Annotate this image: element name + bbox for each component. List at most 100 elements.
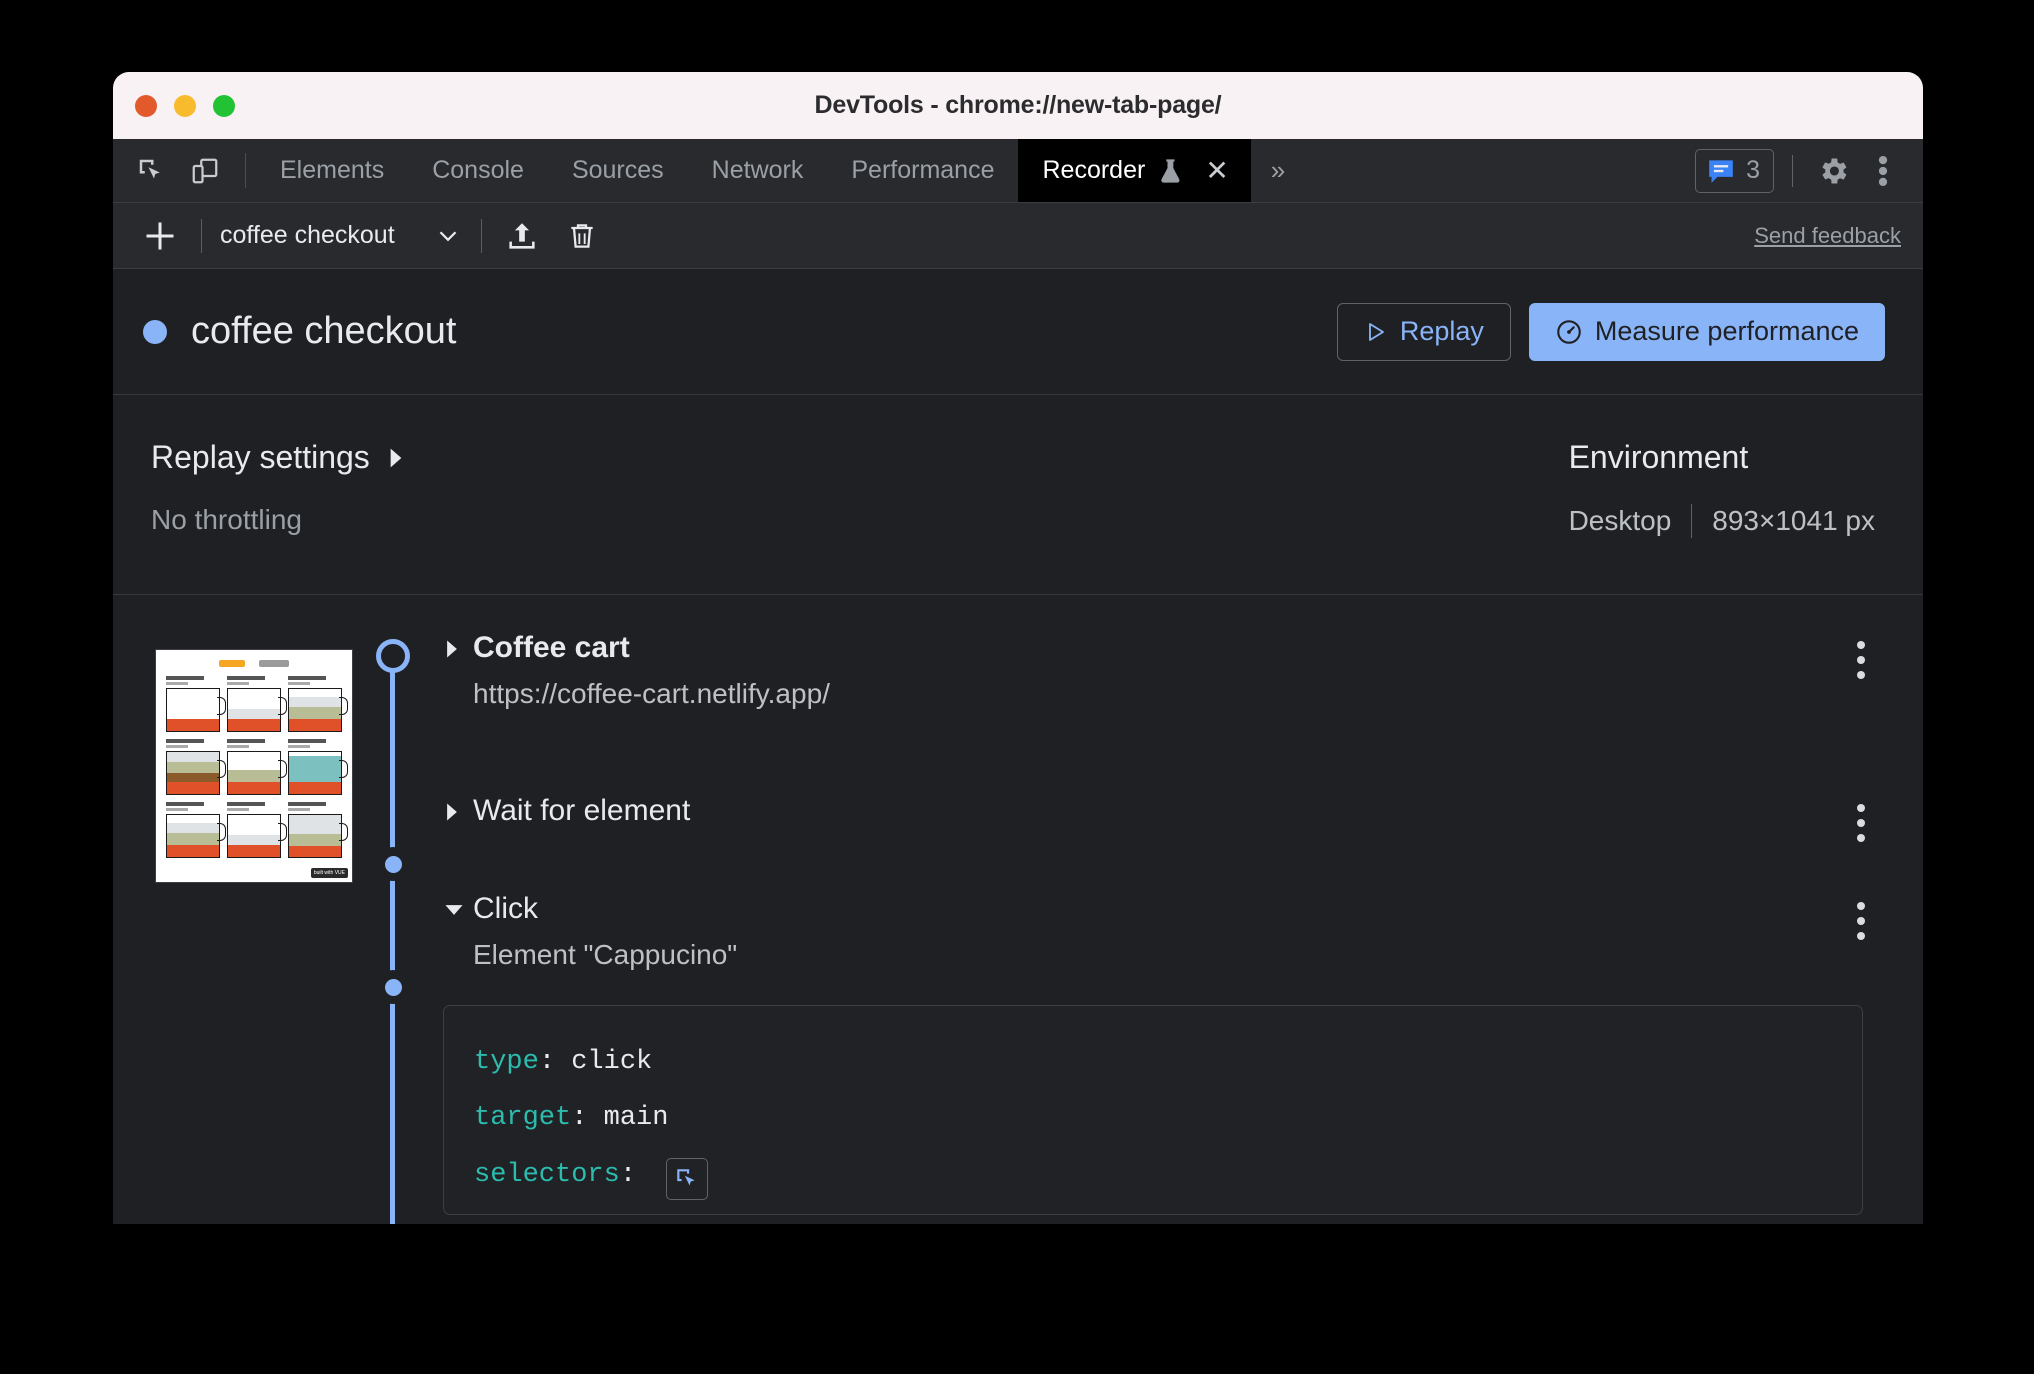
create-recording-button[interactable] <box>137 213 183 259</box>
step-subtitle: https://coffee-cart.netlify.app/ <box>473 677 830 709</box>
devtools-window: DevTools - chrome://new-tab-page/ Elemen… <box>113 72 1923 1224</box>
inspect-element-icon <box>139 159 160 178</box>
thumbnail-menu-item <box>219 660 245 667</box>
toolbar-divider <box>245 153 246 188</box>
thumbnail-coffee-item <box>288 676 348 732</box>
devtools-panel-tabs: Elements Console Sources Network Perform… <box>256 139 1251 202</box>
tab-sources[interactable]: Sources <box>548 139 688 202</box>
step-title: Click <box>473 892 538 925</box>
recorder-toolbar-divider-2 <box>480 218 482 253</box>
trash-icon <box>571 223 593 248</box>
actions-divider <box>1792 154 1793 187</box>
chevron-down-icon <box>439 230 456 241</box>
step-collapse-caret[interactable] <box>443 892 473 926</box>
issues-count: 3 <box>1746 156 1760 184</box>
export-recording-button[interactable] <box>500 214 544 258</box>
step-expand-caret[interactable] <box>443 794 473 828</box>
step-menu-button[interactable] <box>1851 798 1871 848</box>
measure-performance-label: Measure performance <box>1594 316 1859 346</box>
replay-settings-section: Replay settings No throttling Environmen… <box>113 395 1923 595</box>
environment-divider <box>1691 504 1693 538</box>
tab-elements[interactable]: Elements <box>256 139 408 202</box>
step-details-code-block: type: click target: main selectors: <box>443 1004 1863 1215</box>
export-upload-icon <box>509 222 535 249</box>
device-toolbar-button[interactable] <box>183 149 227 193</box>
chevron-right-icon <box>447 640 457 658</box>
thumbnail-coffee-grid <box>156 667 352 867</box>
detail-key: selectors <box>474 1159 620 1190</box>
issues-button[interactable]: 3 <box>1695 148 1774 193</box>
replay-button[interactable]: Replay <box>1336 302 1511 361</box>
recording-screenshot-thumbnail: built with VUE <box>155 649 353 883</box>
settings-button[interactable] <box>1811 149 1855 193</box>
window-traffic-lights <box>135 94 235 117</box>
recording-selector-dropdown[interactable] <box>433 221 463 251</box>
inspect-element-button[interactable] <box>129 149 173 193</box>
timeline-node-step-2[interactable] <box>376 847 410 881</box>
step-subtitle: Element "Cappucino" <box>473 938 738 970</box>
timeline-connector-line <box>390 651 395 1224</box>
tab-network[interactable]: Network <box>688 139 828 202</box>
recording-selector-name[interactable]: coffee checkout <box>220 221 395 250</box>
recorder-toolbar-divider <box>201 218 202 253</box>
tab-console-label: Console <box>432 156 524 184</box>
thumbnail-coffee-item <box>166 676 226 732</box>
environment-label: Environment <box>1568 439 1749 475</box>
replay-settings-label: Replay settings <box>151 439 370 475</box>
thumbnail-menu-item-2 <box>259 660 289 667</box>
detail-row-target: target: main <box>474 1103 669 1134</box>
detail-value[interactable]: main <box>604 1103 669 1133</box>
thumbnail-coffee-item <box>166 802 226 858</box>
devtools-main-menu-button[interactable] <box>1861 149 1905 193</box>
detail-value[interactable]: click <box>571 1047 652 1077</box>
select-element-button[interactable] <box>666 1157 709 1200</box>
delete-recording-button[interactable] <box>560 214 604 258</box>
select-element-icon <box>677 1169 695 1186</box>
timeline-node-step-3[interactable] <box>376 970 410 1004</box>
send-feedback-link[interactable]: Send feedback <box>1754 223 1901 249</box>
zoom-window-button[interactable] <box>213 94 235 117</box>
detail-row-selectors: selectors: <box>474 1147 1832 1204</box>
tab-performance-label: Performance <box>851 156 995 184</box>
thumbnail-coffee-item <box>227 739 287 795</box>
chevron-right-icon <box>447 802 457 821</box>
environment-device: Desktop <box>1568 505 1672 536</box>
devtools-tab-strip: Elements Console Sources Network Perform… <box>113 139 1923 203</box>
replay-button-label: Replay <box>1399 316 1484 346</box>
step-navigate[interactable]: Coffee cart https://coffee-cart.netlify.… <box>443 631 1883 710</box>
recording-title: coffee checkout <box>191 310 457 352</box>
steps-list: Coffee cart https://coffee-cart.netlify.… <box>443 625 1923 1224</box>
step-wait-for-element[interactable]: Wait for element <box>443 794 1883 842</box>
recorder-toolbar-actions <box>500 214 604 258</box>
recording-header: coffee checkout Replay Measure performan… <box>113 269 1923 395</box>
measure-performance-button[interactable]: Measure performance <box>1528 302 1885 361</box>
step-click[interactable]: Click Element "Cappucino" type: click ta… <box>443 892 1883 1215</box>
step-menu-button[interactable] <box>1851 635 1871 685</box>
gear-icon <box>1822 158 1847 183</box>
timeline-node-start[interactable] <box>376 639 410 673</box>
recorder-toolbar: coffee checkout Send feedback <box>113 203 1923 269</box>
play-triangle-icon <box>1368 322 1384 341</box>
minimize-window-button[interactable] <box>174 94 196 117</box>
close-window-button[interactable] <box>135 94 157 117</box>
tab-recorder[interactable]: Recorder ✕ <box>1018 139 1251 202</box>
step-menu-button[interactable] <box>1851 896 1871 946</box>
detail-key: type <box>474 1046 539 1077</box>
thumbnail-header-bar <box>156 650 352 667</box>
close-recorder-tab-button[interactable]: ✕ <box>1199 156 1234 185</box>
tab-performance[interactable]: Performance <box>827 139 1018 202</box>
replay-settings-group: Replay settings No throttling <box>151 439 406 594</box>
window-title: DevTools - chrome://new-tab-page/ <box>814 91 1222 119</box>
environment-viewport: 893×1041 px <box>1712 505 1875 536</box>
devtools-tool-icons <box>113 139 235 202</box>
more-tabs-button[interactable]: » <box>1251 139 1305 202</box>
environment-group: Environment Desktop 893×1041 px <box>1569 439 1875 594</box>
device-toolbar-icon <box>192 158 218 183</box>
thumbnail-coffee-item <box>227 676 287 732</box>
replay-settings-toggle[interactable]: Replay settings <box>151 439 406 476</box>
tab-elements-label: Elements <box>280 156 385 184</box>
tab-console[interactable]: Console <box>408 139 548 202</box>
recording-status-dot <box>143 319 167 344</box>
thumbnail-coffee-item <box>288 739 348 795</box>
step-expand-caret[interactable] <box>443 631 473 665</box>
